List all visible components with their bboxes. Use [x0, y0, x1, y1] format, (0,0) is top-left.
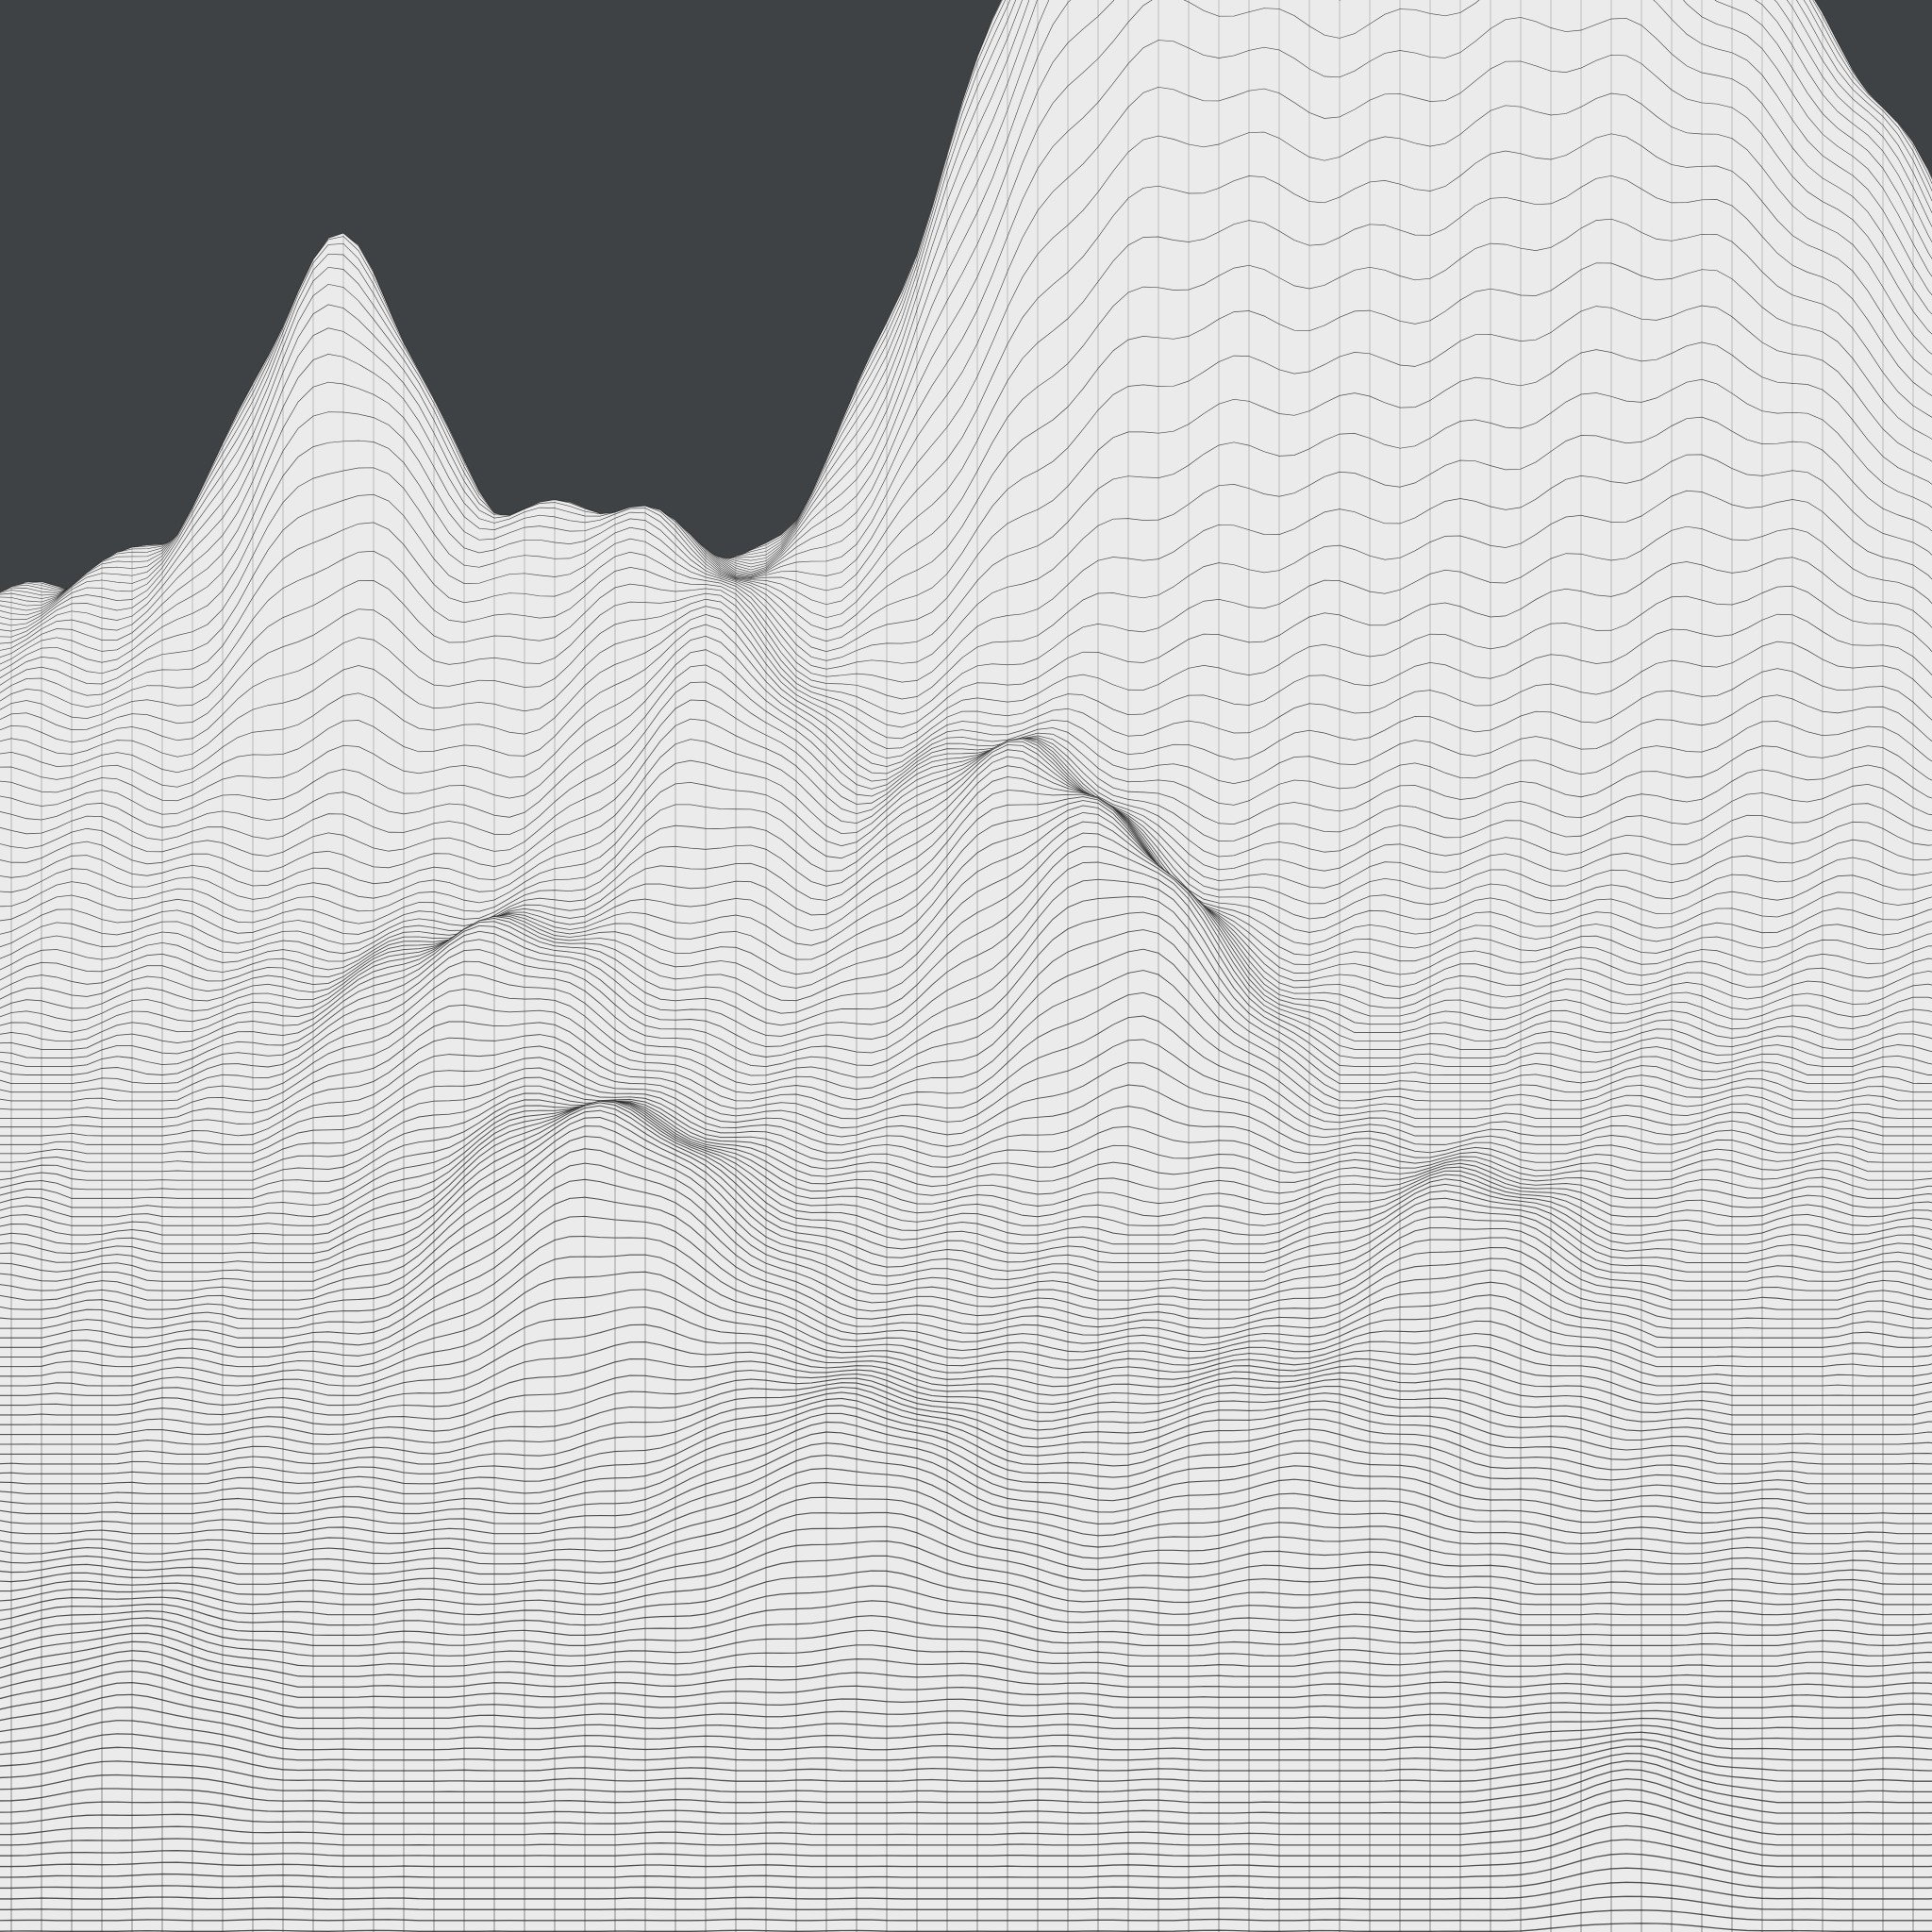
wireframe-terrain-render: [0, 0, 1932, 1932]
